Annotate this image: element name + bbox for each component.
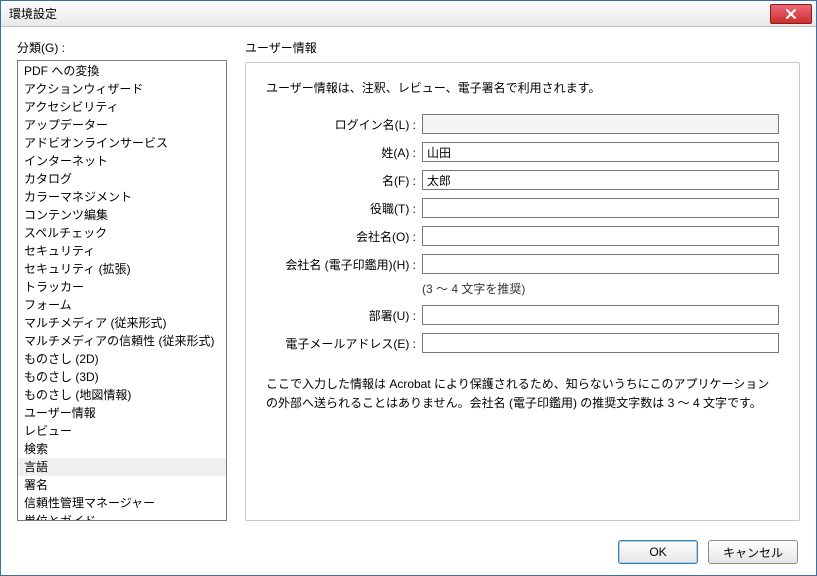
company-input[interactable] [422,226,779,246]
list-item[interactable]: コンテンツ編集 [18,206,226,224]
list-item[interactable]: トラッカー [18,278,226,296]
list-item[interactable]: ものさし (3D) [18,368,226,386]
section-title: ユーザー情報 [245,39,800,56]
list-item[interactable]: ものさし (地図情報) [18,386,226,404]
list-item[interactable]: PDF への変換 [18,62,226,80]
list-item[interactable]: アドビオンラインサービス [18,134,226,152]
list-item[interactable]: アップデーター [18,116,226,134]
list-item[interactable]: 単位とガイド [18,512,226,521]
button-row: OK キャンセル [1,529,816,575]
field-title: 役職(T) : [266,198,779,218]
title-label: 役職(T) : [266,200,422,217]
list-item[interactable]: カタログ [18,170,226,188]
dialog-body: 分類(G) : PDF への変換アクションウィザードアクセシビリティアップデータ… [1,27,816,529]
list-item[interactable]: フォーム [18,296,226,314]
field-department: 部署(U) : [266,305,779,325]
firstname-input[interactable] [422,170,779,190]
categories-label: 分類(G) : [17,39,227,56]
user-info-panel: ユーザー情報は、注釈、レビュー、電子署名で利用されます。 ログイン名(L) : … [245,62,800,521]
list-item[interactable]: インターネット [18,152,226,170]
department-label: 部署(U) : [266,307,422,324]
list-item[interactable]: ものさし (2D) [18,350,226,368]
list-item[interactable]: スペルチェック [18,224,226,242]
login-label: ログイン名(L) : [266,116,422,133]
list-item[interactable]: レビュー [18,422,226,440]
company-hanko-input[interactable] [422,254,779,274]
list-item[interactable]: アクセシビリティ [18,98,226,116]
firstname-label: 名(F) : [266,172,422,189]
list-item[interactable]: 言語 [18,458,226,476]
login-input [422,114,779,134]
section-intro: ユーザー情報は、注釈、レビュー、電子署名で利用されます。 [266,79,779,96]
list-item[interactable]: 署名 [18,476,226,494]
list-item[interactable]: 信頼性管理マネージャー [18,494,226,512]
email-label: 電子メールアドレス(E) : [266,335,422,352]
list-item[interactable]: マルチメディア (従来形式) [18,314,226,332]
window-title: 環境設定 [9,5,770,22]
list-item[interactable]: セキュリティ [18,242,226,260]
lastname-input[interactable] [422,142,779,162]
titlebar: 環境設定 [1,1,816,27]
field-email: 電子メールアドレス(E) : [266,333,779,353]
categories-listbox[interactable]: PDF への変換アクションウィザードアクセシビリティアップデーターアドビオンライ… [17,60,227,521]
title-input[interactable] [422,198,779,218]
field-firstname: 名(F) : [266,170,779,190]
list-item[interactable]: ユーザー情報 [18,404,226,422]
hanko-hint: (3 〜 4 文字を推奨) [422,280,525,297]
company-hanko-label: 会社名 (電子印鑑用)(H) : [266,256,422,273]
list-item[interactable]: セキュリティ (拡張) [18,260,226,278]
field-company-hanko: 会社名 (電子印鑑用)(H) : [266,254,779,274]
email-input[interactable] [422,333,779,353]
cancel-button[interactable]: キャンセル [708,540,798,564]
list-item[interactable]: マルチメディアの信頼性 (従来形式) [18,332,226,350]
list-item[interactable]: アクションウィザード [18,80,226,98]
hanko-hint-row: (3 〜 4 文字を推奨) [266,280,779,297]
ok-button[interactable]: OK [618,540,698,564]
list-item[interactable]: 検索 [18,440,226,458]
section-footnote: ここで入力した情報は Acrobat により保護されるため、知らないうちにこのア… [266,375,779,413]
department-input[interactable] [422,305,779,325]
field-lastname: 姓(A) : [266,142,779,162]
preferences-window: 環境設定 分類(G) : PDF への変換アクションウィザードアクセシビリティア… [0,0,817,576]
company-label: 会社名(O) : [266,228,422,245]
close-icon [785,9,797,19]
lastname-label: 姓(A) : [266,144,422,161]
categories-column: 分類(G) : PDF への変換アクションウィザードアクセシビリティアップデータ… [17,39,227,521]
field-login: ログイン名(L) : [266,114,779,134]
field-company: 会社名(O) : [266,226,779,246]
list-item[interactable]: カラーマネジメント [18,188,226,206]
close-button[interactable] [770,4,812,24]
content-column: ユーザー情報 ユーザー情報は、注釈、レビュー、電子署名で利用されます。 ログイン… [245,39,800,521]
